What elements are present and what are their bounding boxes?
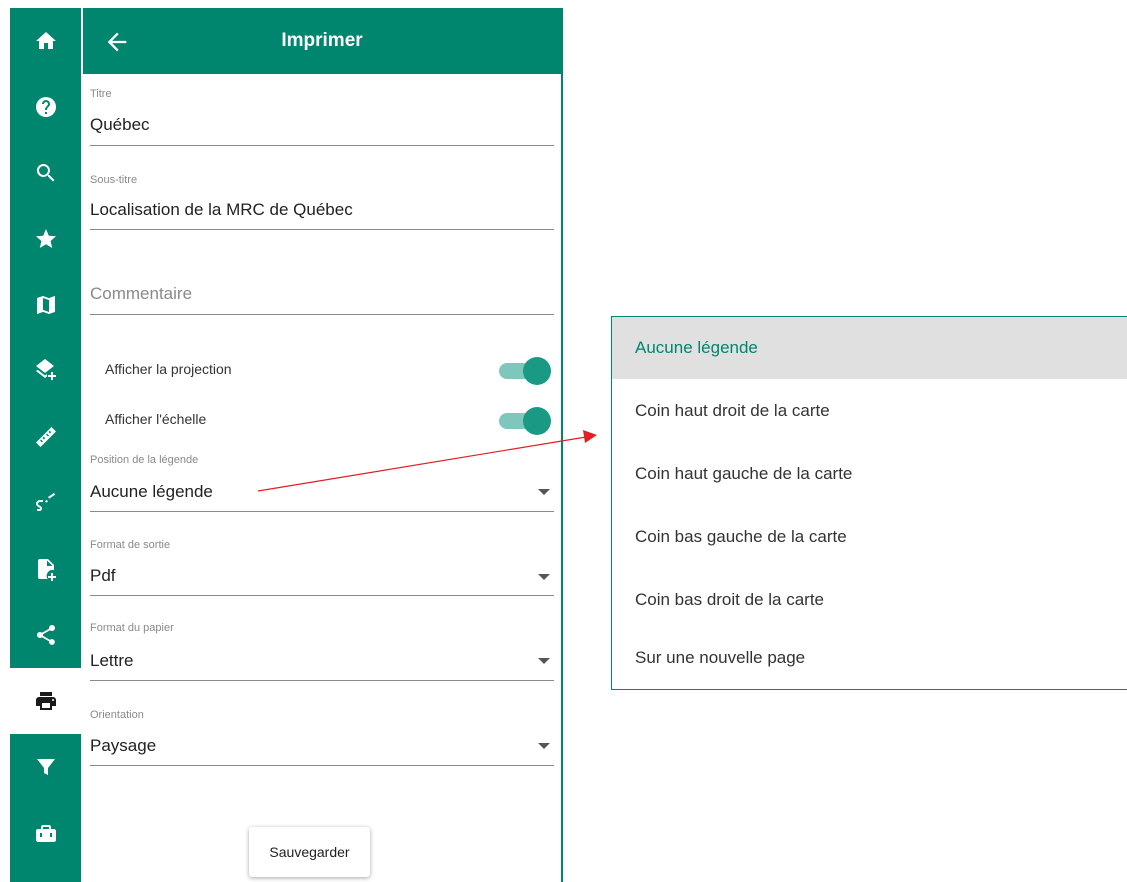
toolbox-icon (35, 825, 56, 842)
dropdown-option[interactable]: Coin haut droit de la carte (612, 380, 1127, 442)
dropdown-option[interactable]: Coin bas droit de la carte (612, 569, 1127, 631)
orientation-value: Paysage (90, 736, 157, 755)
paper-format-label: Format du papier (90, 622, 174, 634)
dropdown-option[interactable]: Coin haut gauche de la carte (612, 443, 1127, 505)
star-icon (35, 229, 56, 248)
help-icon (35, 97, 56, 117)
import-file-button[interactable] (10, 536, 81, 602)
chevron-down-icon (538, 489, 550, 495)
annotation-arrow-head (583, 430, 597, 443)
chevron-down-icon (538, 743, 550, 749)
title-field[interactable]: Titre Québec (90, 88, 554, 146)
output-format-select[interactable]: Format de sortie Pdf (90, 539, 554, 596)
title-field-value: Québec (90, 115, 150, 134)
output-format-value: Pdf (90, 566, 116, 585)
ruler-icon (35, 427, 56, 447)
legend-position-select[interactable]: Position de la légende Aucune légende (90, 454, 554, 512)
projection-toggle-label: Afficher la projection (105, 361, 232, 377)
orientation-select[interactable]: Orientation Paysage (90, 709, 554, 766)
subtitle-field-value: Localisation de la MRC de Québec (90, 200, 353, 219)
share-button[interactable] (10, 602, 81, 668)
projection-toggle[interactable] (499, 357, 551, 385)
search-icon (36, 164, 54, 182)
route-button[interactable] (10, 470, 81, 536)
comment-field[interactable]: Commentaire (90, 278, 554, 315)
legend-position-value: Aucune légende (90, 482, 213, 501)
help-button[interactable] (10, 74, 81, 140)
home-icon (35, 32, 56, 49)
dropdown-option[interactable]: Coin bas gauche de la carte (612, 506, 1127, 568)
scale-toggle-label: Afficher l'échelle (105, 411, 207, 427)
panel-title: Imprimer (281, 30, 363, 51)
file-import-icon (37, 559, 56, 581)
title-field-label: Titre (90, 88, 112, 100)
filter-icon (36, 759, 55, 775)
toggle-thumb (523, 407, 551, 435)
add-layer-button[interactable] (10, 338, 81, 404)
filter-button[interactable] (10, 734, 81, 800)
scale-toggle-row: Afficher l'échelle (105, 405, 551, 435)
chevron-down-icon (538, 658, 550, 664)
print-icon (35, 692, 56, 710)
paper-format-value: Lettre (90, 651, 134, 670)
scale-toggle[interactable] (499, 407, 551, 435)
save-button[interactable]: Sauvegarder (249, 827, 370, 877)
comment-field-placeholder: Commentaire (90, 284, 193, 303)
toolbar-rail (10, 8, 81, 882)
subtitle-field-label: Sous-titre (90, 174, 138, 186)
print-panel: Imprimer Titre Québec Sous-titre Localis… (81, 8, 563, 882)
route-icon (35, 493, 55, 511)
legend-position-dropdown: Aucune légende Coin haut droit de la car… (611, 316, 1127, 690)
favorites-button[interactable] (10, 206, 81, 272)
projection-toggle-row: Afficher la projection (105, 355, 551, 385)
legend-position-label: Position de la légende (90, 454, 199, 466)
toggle-thumb (523, 357, 551, 385)
dropdown-option[interactable]: Sur une nouvelle page (612, 627, 1127, 689)
panel-header: Imprimer (83, 8, 561, 74)
share-icon (36, 624, 55, 645)
paper-format-select[interactable]: Format du papier Lettre (90, 622, 554, 681)
output-format-label: Format de sortie (90, 539, 171, 551)
search-button[interactable] (10, 140, 81, 206)
subtitle-field[interactable]: Sous-titre Localisation de la MRC de Qué… (90, 174, 554, 230)
chevron-down-icon (538, 574, 550, 580)
dropdown-option[interactable]: Aucune légende (612, 317, 1127, 379)
tools-button[interactable] (10, 800, 81, 866)
print-button[interactable] (10, 668, 81, 734)
map-button[interactable] (10, 272, 81, 338)
home-button[interactable] (10, 8, 81, 74)
orientation-label: Orientation (90, 709, 144, 721)
layers-add-icon (35, 359, 56, 380)
measure-button[interactable] (10, 404, 81, 470)
map-icon (36, 296, 55, 314)
